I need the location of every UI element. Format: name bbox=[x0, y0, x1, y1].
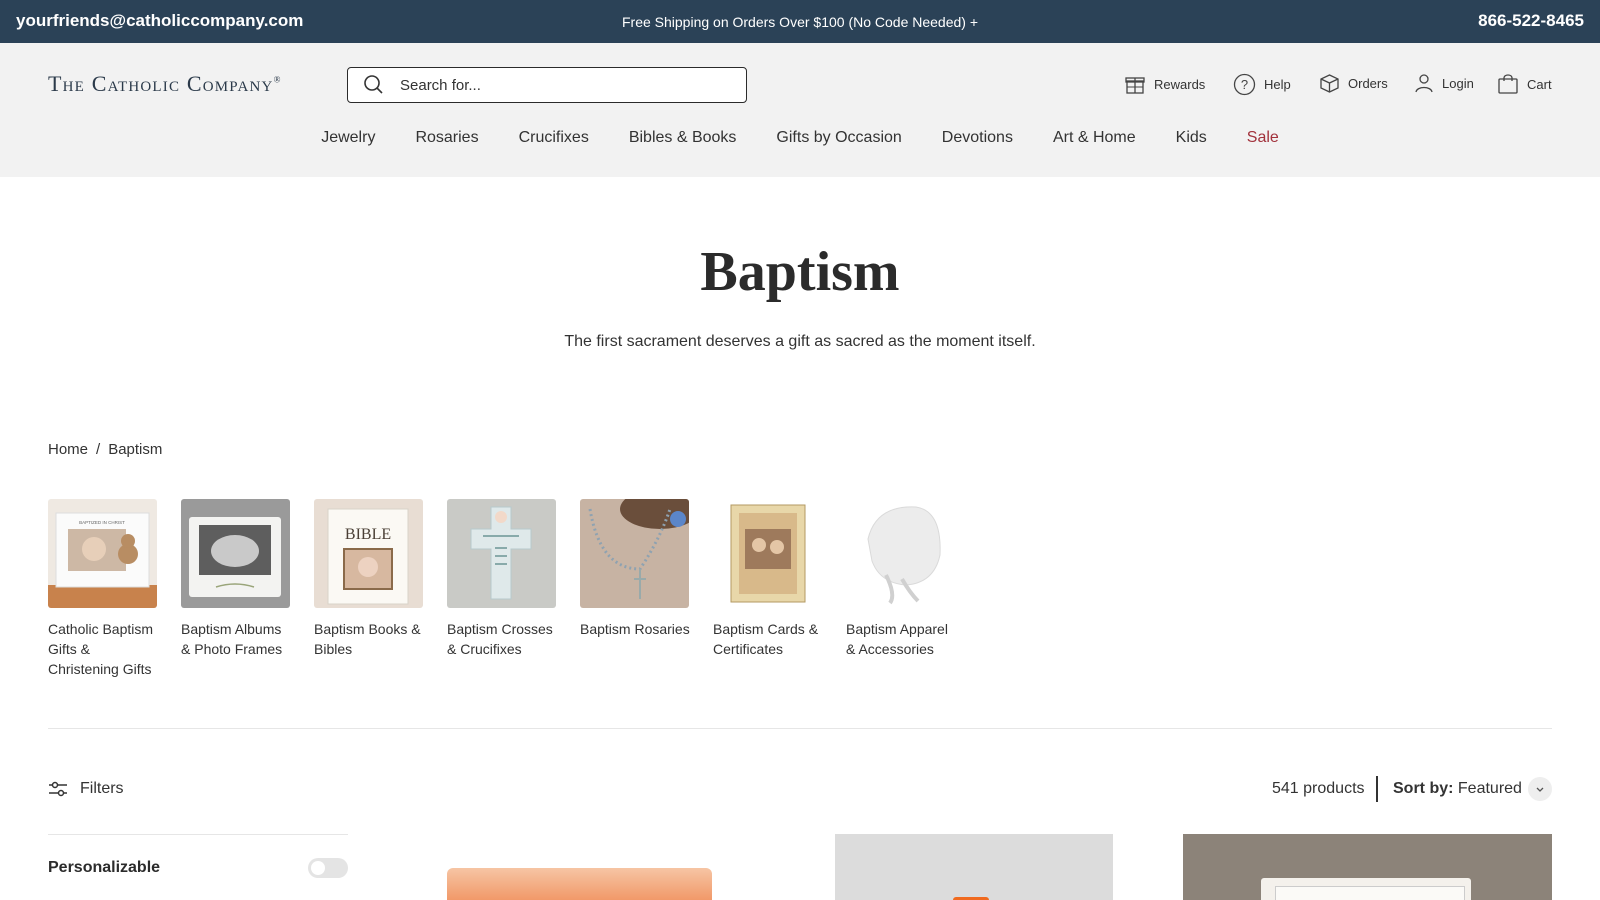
shopping-bag-icon bbox=[1498, 74, 1518, 94]
sort-value: Featured bbox=[1457, 780, 1522, 797]
personalizable-filter-label: Personalizable bbox=[48, 859, 161, 876]
frame-text: BAPTIZED IN CHRIST bbox=[79, 520, 125, 525]
category-label[interactable]: Baptism Crosses & Crucifixes bbox=[447, 619, 557, 659]
login-link[interactable]: Login bbox=[1414, 73, 1474, 93]
nav-rosaries[interactable]: Rosaries bbox=[415, 129, 478, 153]
nav-jewelry[interactable]: Jewelry bbox=[321, 129, 375, 153]
sort-toggle-button[interactable] bbox=[1528, 777, 1552, 801]
category-tile[interactable]: BAPTIZED IN CHRIST Catholic Baptism Gift… bbox=[48, 499, 158, 679]
free-shipping-promo[interactable]: Free Shipping on Orders Over $100 (No Co… bbox=[0, 14, 1600, 30]
category-label[interactable]: Baptism Rosaries bbox=[580, 619, 690, 639]
category-tile[interactable]: Baptism Apparel & Accessories bbox=[846, 499, 956, 679]
gift-icon bbox=[1125, 77, 1145, 94]
nav-crucifixes[interactable]: Crucifixes bbox=[519, 129, 589, 153]
toggle-knob bbox=[311, 861, 325, 875]
category-tile[interactable]: Baptism Albums & Photo Frames bbox=[181, 499, 291, 679]
cart-link[interactable]: Cart bbox=[1497, 73, 1552, 95]
page-subtitle: The first sacrament deserves a gift as s… bbox=[564, 333, 1036, 350]
breadcrumb-current: Baptism bbox=[108, 441, 163, 458]
nav-kids[interactable]: Kids bbox=[1176, 129, 1207, 153]
category-tile[interactable]: Baptism Crosses & Crucifixes bbox=[447, 499, 557, 679]
category-image-album[interactable] bbox=[181, 499, 290, 608]
category-image-bonnet[interactable] bbox=[846, 499, 955, 608]
rewards-link[interactable]: Rewards bbox=[1124, 73, 1205, 95]
sort-dropdown[interactable]: Sort by: Featured bbox=[1393, 780, 1522, 798]
sidebar-divider bbox=[48, 834, 348, 835]
category-label[interactable]: Catholic Baptism Gifts & Christening Gif… bbox=[48, 619, 158, 679]
nav-sale[interactable]: Sale bbox=[1247, 129, 1279, 153]
category-tile[interactable]: Baptism Rosaries bbox=[580, 499, 690, 679]
breadcrumb-separator: / bbox=[96, 441, 101, 458]
svg-text:?: ? bbox=[1241, 77, 1248, 92]
product-image[interactable] bbox=[835, 834, 1113, 900]
breadcrumb: Home / Baptism bbox=[48, 441, 162, 458]
category-tile[interactable]: BIBLE Baptism Books & Bibles bbox=[314, 499, 424, 679]
cart-label: Cart bbox=[1527, 76, 1552, 92]
nav-devotions[interactable]: Devotions bbox=[942, 129, 1013, 153]
category-image-photo-frame[interactable]: BAPTIZED IN CHRIST bbox=[48, 499, 157, 608]
category-image-bible[interactable]: BIBLE bbox=[314, 499, 423, 608]
subcategory-list: BAPTIZED IN CHRIST Catholic Baptism Gift… bbox=[48, 499, 979, 679]
product-count: 541 products bbox=[1272, 780, 1365, 797]
filters-button[interactable]: Filters bbox=[48, 780, 124, 798]
category-image-certificate[interactable] bbox=[713, 499, 822, 608]
page-title: Baptism bbox=[700, 241, 900, 303]
orders-link[interactable]: Orders bbox=[1319, 73, 1388, 94]
category-image-cross[interactable] bbox=[447, 499, 556, 608]
user-icon bbox=[1415, 74, 1433, 93]
category-image-rosary[interactable] bbox=[580, 499, 689, 608]
category-label[interactable]: Baptism Books & Bibles bbox=[314, 619, 424, 659]
section-divider bbox=[48, 728, 1552, 729]
site-logo[interactable]: The Catholic Company® bbox=[48, 71, 282, 97]
login-label: Login bbox=[1442, 75, 1474, 91]
filters-label: Filters bbox=[80, 780, 124, 797]
question-icon: ? bbox=[1233, 73, 1256, 96]
search-icon[interactable] bbox=[362, 74, 384, 96]
help-label: Help bbox=[1264, 77, 1291, 92]
box-icon bbox=[1320, 74, 1339, 93]
category-label[interactable]: Baptism Apparel & Accessories bbox=[846, 619, 956, 659]
orders-label: Orders bbox=[1348, 76, 1388, 91]
help-link[interactable]: ? Help bbox=[1233, 73, 1291, 96]
product-image[interactable] bbox=[1183, 834, 1552, 900]
search-input[interactable] bbox=[400, 75, 730, 95]
rewards-label: Rewards bbox=[1154, 76, 1206, 92]
registered-mark: ® bbox=[273, 74, 282, 85]
breadcrumb-home[interactable]: Home bbox=[48, 441, 88, 458]
bible-cover-text: BIBLE bbox=[345, 526, 391, 543]
phone-link[interactable]: 866-522-8465 bbox=[1478, 11, 1584, 31]
site-header: The Catholic Company® Rewards ? Help Ord… bbox=[0, 43, 1600, 177]
logo-text: The Catholic Company bbox=[48, 71, 274, 96]
announcement-bar: yourfriends@catholiccompany.com Free Shi… bbox=[0, 0, 1600, 43]
sort-label: Sort by: bbox=[1393, 780, 1454, 797]
sliders-icon bbox=[49, 781, 67, 797]
product-paper bbox=[1275, 886, 1465, 900]
category-label[interactable]: Baptism Albums & Photo Frames bbox=[181, 619, 291, 659]
main-nav: Jewelry Rosaries Crucifixes Bibles & Boo… bbox=[0, 129, 1600, 153]
category-label[interactable]: Baptism Cards & Certificates bbox=[713, 619, 823, 659]
chevron-down-icon bbox=[1536, 787, 1544, 792]
nav-bibles-books[interactable]: Bibles & Books bbox=[629, 129, 737, 153]
category-tile[interactable]: Baptism Cards & Certificates bbox=[713, 499, 823, 679]
product-image[interactable] bbox=[447, 868, 712, 900]
toolbar-separator bbox=[1376, 776, 1378, 802]
search-box bbox=[347, 67, 747, 103]
nav-gifts-by-occasion[interactable]: Gifts by Occasion bbox=[776, 129, 901, 153]
nav-art-home[interactable]: Art & Home bbox=[1053, 129, 1136, 153]
personalizable-toggle[interactable] bbox=[308, 858, 348, 878]
